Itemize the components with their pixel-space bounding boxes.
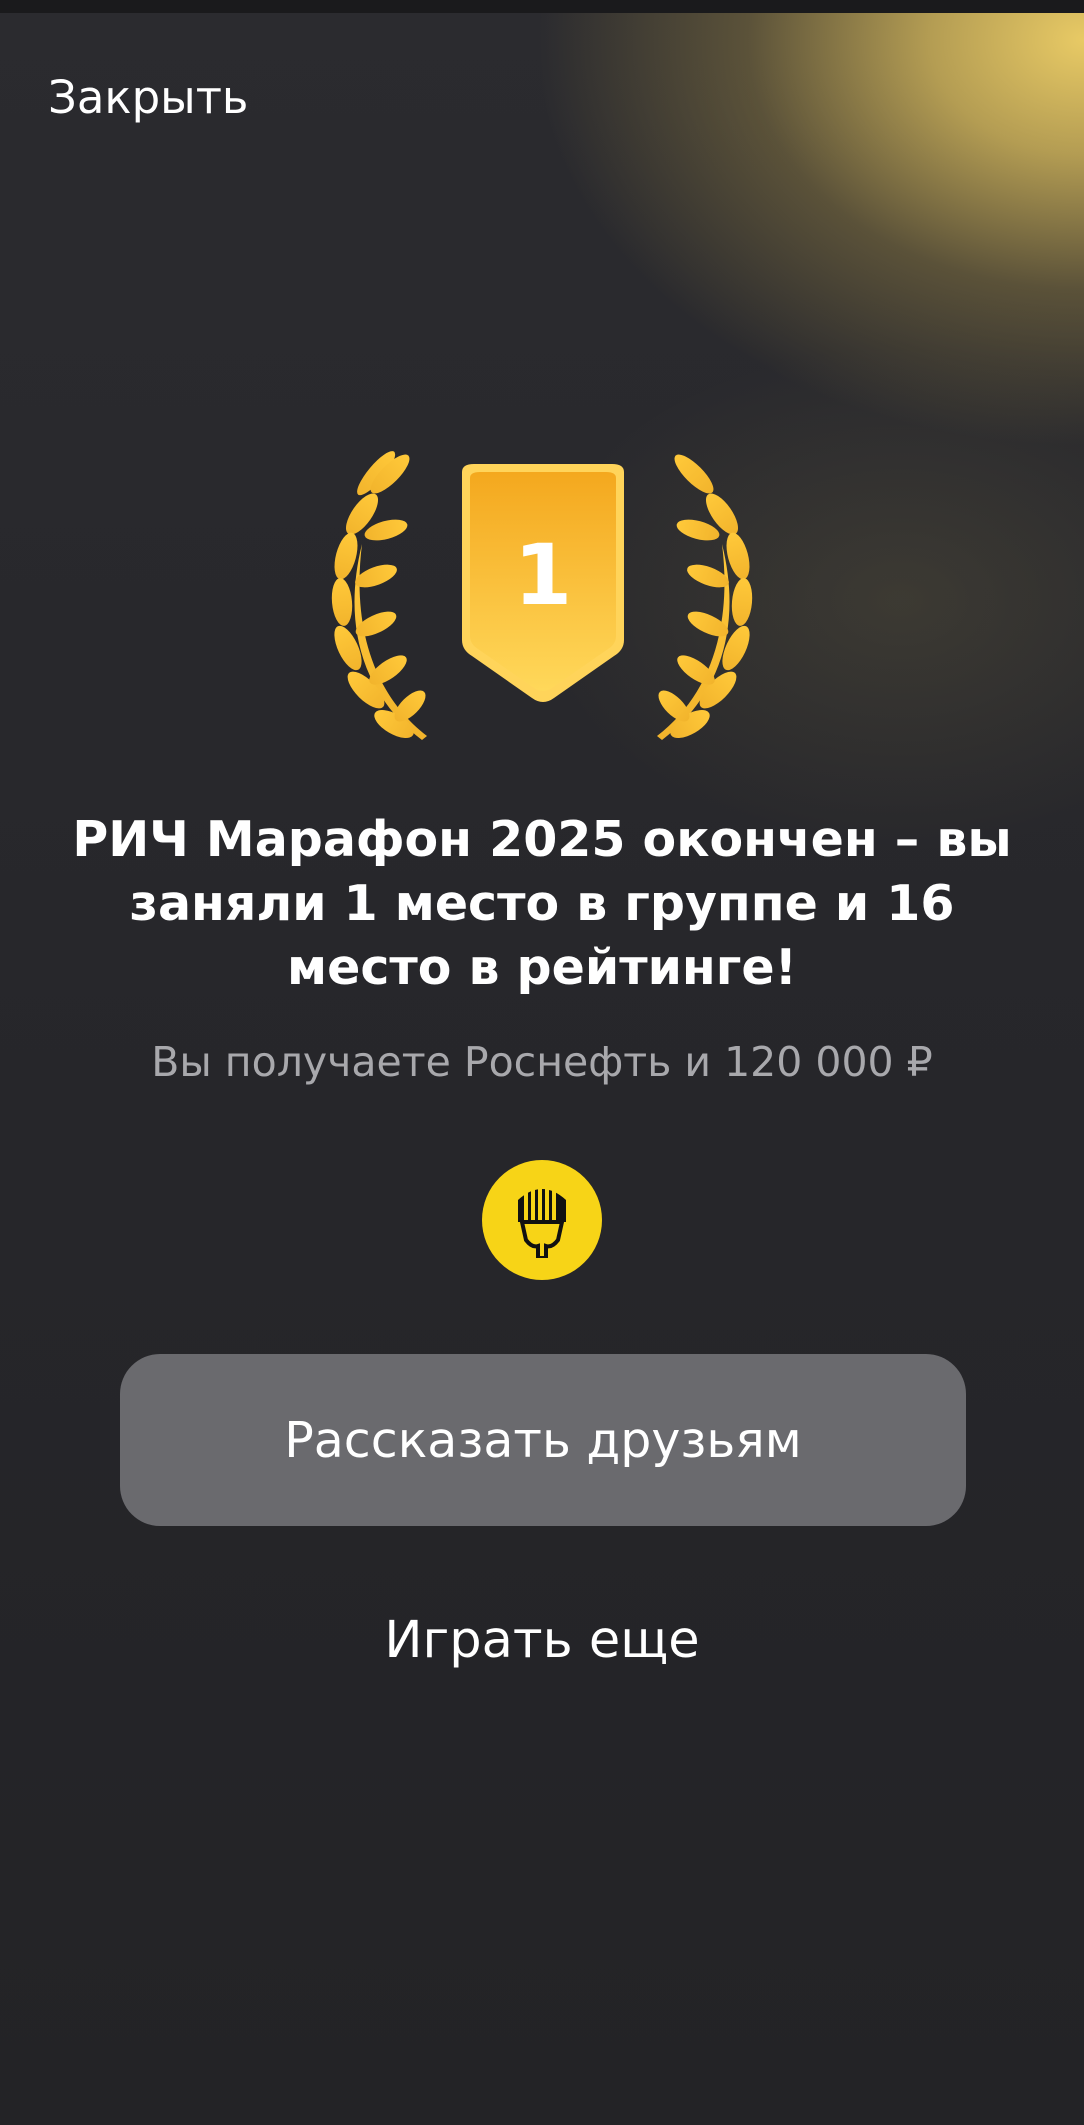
place-number: 1 [514,526,572,624]
laurel-wreath-shield-icon: 1 [331,451,753,740]
award-badge: 1 [302,444,782,764]
reward-text: Вы получаете Роснефть и 120 000 ₽ [151,1038,933,1086]
share-with-friends-button[interactable]: Рассказать друзьям [120,1354,966,1526]
left-laurel [331,451,427,740]
close-button[interactable]: Закрыть [48,68,248,128]
right-laurel [657,454,753,740]
rosneft-logo-icon [482,1160,602,1280]
result-headline: РИЧ Марафон 2025 окончен – вы заняли 1 м… [72,811,1012,996]
status-bar [0,0,1084,13]
play-again-button[interactable]: Играть еще [0,1606,1084,1676]
share-button-label: Рассказать друзьям [284,1411,802,1469]
